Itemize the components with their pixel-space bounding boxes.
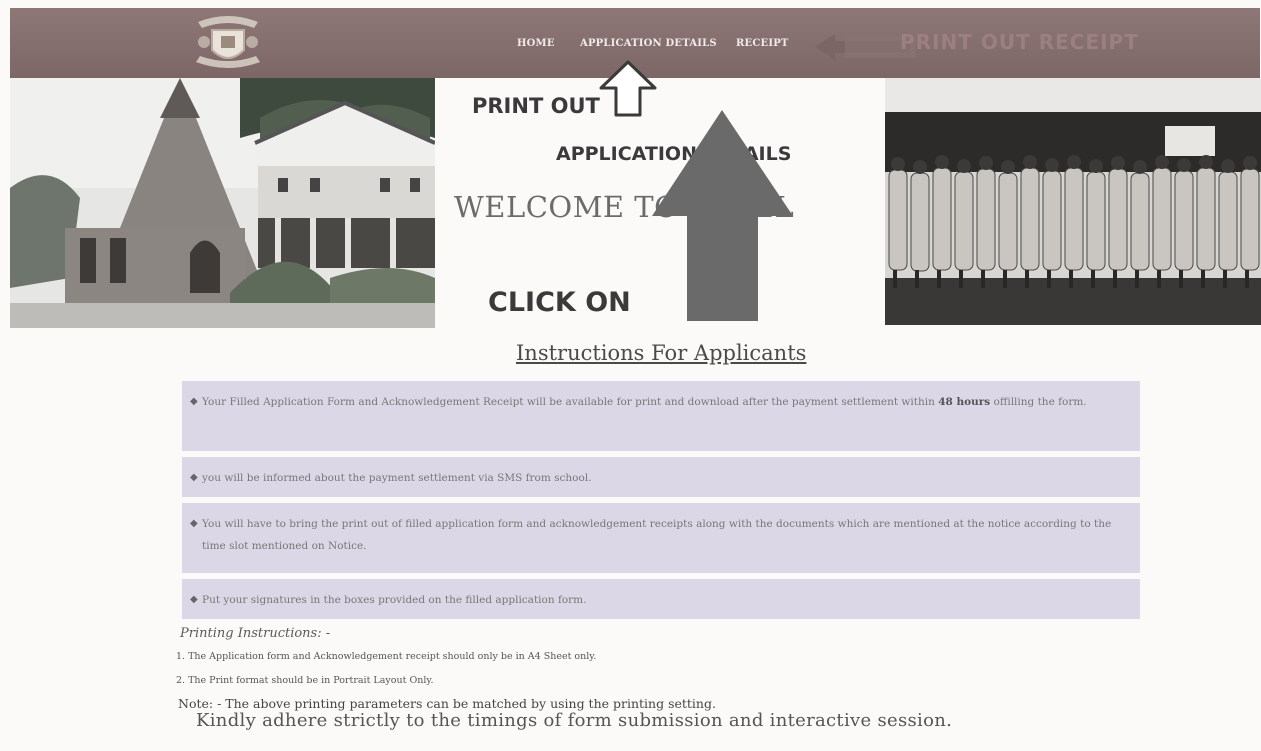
bullet-icon: ◆: [190, 594, 198, 605]
instruction-bold-text: 48 hours: [938, 396, 991, 408]
click-on-annotation: CLICK ON: [488, 287, 631, 318]
bullet-icon: ◆: [190, 518, 198, 529]
bullet-icon: ◆: [190, 396, 198, 407]
printing-instruction-item: 1. The Application form and Acknowledgem…: [176, 651, 597, 662]
students-group-photo: [885, 78, 1261, 325]
nav-receipt-link[interactable]: RECEIPT: [736, 38, 789, 49]
nav-home-link[interactable]: HOME: [517, 38, 555, 49]
instruction-text-end: offilling the form.: [990, 396, 1087, 408]
instruction-text: Put your signatures in the boxes provide…: [202, 594, 587, 606]
instruction-text: Your Filled Application Form and Acknowl…: [202, 396, 939, 408]
printing-note: Note: - The above printing parameters ca…: [178, 696, 716, 711]
instructions-title: Instructions For Applicants: [516, 341, 807, 365]
nav-application-details-link[interactable]: APPLICATION DETAILS: [580, 38, 717, 49]
school-crest-icon[interactable]: [188, 12, 268, 74]
school-building-photo: [10, 78, 435, 328]
print-out-receipt-text: PRINT OUT RECEIPT: [900, 30, 1139, 54]
instruction-text: you will be informed about the payment s…: [202, 472, 592, 484]
instruction-text: You will have to bring the print out of …: [202, 518, 1112, 552]
print-out-annotation: PRINT OUT: [472, 94, 600, 118]
instruction-item: ◆ You will have to bring the print out o…: [182, 503, 1140, 573]
bullet-icon: ◆: [190, 472, 198, 483]
arrow-up-icon: [652, 110, 793, 321]
printing-instructions-title: Printing Instructions: -: [180, 626, 331, 641]
instruction-item: ◆ Put your signatures in the boxes provi…: [182, 579, 1140, 619]
page: { "nav": { "home": "HOME", "application_…: [0, 0, 1261, 751]
printing-instruction-item: 2. The Print format should be in Portrai…: [176, 675, 434, 686]
instruction-item: ◆ Your Filled Application Form and Ackno…: [182, 381, 1140, 451]
timing-notice: Kindly adhere strictly to the timings of…: [196, 710, 953, 731]
outline-arrow-up-icon: [599, 60, 657, 117]
instruction-item: ◆ you will be informed about the payment…: [182, 457, 1140, 497]
